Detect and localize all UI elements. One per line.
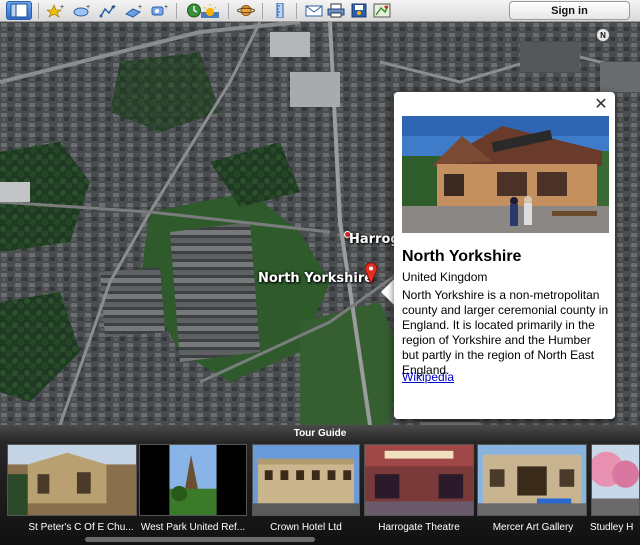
placemark-icon: +: [47, 4, 64, 18]
ruler-icon: [276, 3, 284, 18]
add-path-button[interactable]: +: [95, 1, 121, 20]
sidebar-toggle-button[interactable]: [6, 1, 32, 20]
place-photo: [402, 116, 609, 233]
toolbar: + + + + + Sign in: [0, 0, 640, 22]
add-polygon-button[interactable]: +: [69, 1, 95, 20]
record-tour-icon: +: [151, 4, 168, 16]
info-balloon: ✕ North Yorkshire United Kingdom North Y…: [394, 92, 615, 419]
tour-caption[interactable]: Studley H: [584, 522, 640, 533]
tour-caption[interactable]: Harrogate Theatre: [360, 522, 478, 533]
sun-icon: [201, 4, 219, 18]
tour-thumbnail[interactable]: [252, 444, 360, 516]
tour-thumbnail[interactable]: [364, 444, 474, 516]
overlay-icon: +: [125, 4, 142, 18]
place-description: North Yorkshire is a non-metropolitan co…: [402, 288, 609, 377]
tour-thumbnail[interactable]: [7, 444, 137, 516]
tour-caption[interactable]: St Peter's C Of E Chu...: [22, 522, 140, 533]
svg-text:+: +: [60, 4, 64, 11]
place-country: United Kingdom: [402, 270, 488, 284]
printer-icon: [327, 3, 345, 18]
svg-text:+: +: [86, 4, 90, 11]
polygon-icon: +: [73, 4, 90, 17]
tour-scrollbar[interactable]: [85, 537, 315, 542]
svg-text:+: +: [164, 4, 168, 11]
wikipedia-link[interactable]: Wikipedia: [402, 370, 454, 384]
sign-in-button[interactable]: Sign in: [509, 1, 630, 20]
tour-guide-panel: Tour Guide St Peter's C Of E Chu... West…: [0, 425, 640, 545]
svg-text:+: +: [112, 4, 116, 11]
sunlight-button[interactable]: [197, 1, 223, 20]
close-icon[interactable]: ✕: [593, 94, 609, 113]
path-icon: +: [99, 4, 116, 18]
planets-button[interactable]: [233, 1, 259, 20]
map-view[interactable]: N Harrog North Yorkshire ✕ North Yorkshi…: [0, 22, 640, 425]
compass-north-button[interactable]: N: [596, 28, 610, 42]
view-in-maps-button[interactable]: [369, 1, 395, 20]
tour-thumbnail[interactable]: [139, 444, 247, 516]
ruler-button[interactable]: [267, 1, 293, 20]
add-image-overlay-button[interactable]: +: [121, 1, 147, 20]
place-label-north-yorkshire[interactable]: North Yorkshire: [258, 271, 373, 286]
tour-caption[interactable]: Crown Hotel Ltd: [247, 522, 365, 533]
balloon-pointer: [381, 278, 395, 306]
tour-thumbnail[interactable]: [477, 444, 587, 516]
planet-icon: [237, 5, 255, 16]
place-title: North Yorkshire: [402, 248, 522, 265]
place-label-harrogate[interactable]: Harrog: [349, 232, 400, 247]
map-icon: [373, 3, 391, 18]
svg-text:+: +: [138, 4, 142, 11]
record-tour-button[interactable]: +: [147, 1, 173, 20]
add-placemark-button[interactable]: +: [43, 1, 69, 20]
envelope-icon: [305, 5, 323, 17]
sidebar-icon: [10, 3, 28, 18]
tour-guide-title: Tour Guide: [0, 425, 640, 441]
image-icon: [351, 3, 367, 18]
tour-thumbnail[interactable]: [591, 444, 640, 516]
map-pin-icon[interactable]: [364, 262, 378, 284]
tour-caption[interactable]: West Park United Ref...: [134, 522, 252, 533]
tour-caption[interactable]: Mercer Art Gallery: [474, 522, 592, 533]
